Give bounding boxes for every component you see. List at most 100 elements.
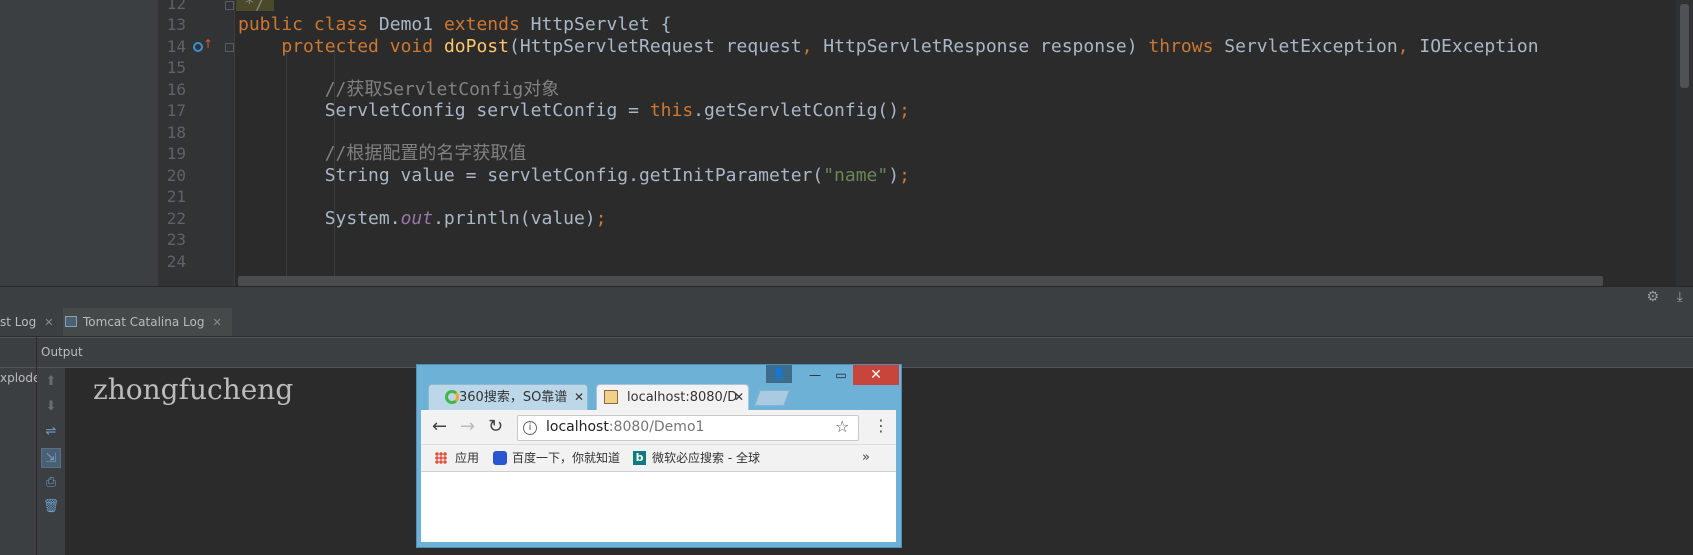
code-editor[interactable]: */ public class Demo1 extends HttpServle… xyxy=(236,0,1676,286)
comment: //获取ServletConfig对象 xyxy=(324,79,560,100)
hide-icon[interactable]: ⤓ xyxy=(1677,289,1683,305)
comment: //根据配置的名字获取值 xyxy=(324,143,527,164)
statement: ServletConfig servletConfig = xyxy=(324,100,650,121)
fold-icon[interactable] xyxy=(225,43,234,52)
line-number: 13 xyxy=(166,15,186,34)
param: (HttpServletRequest request xyxy=(508,36,802,57)
360-search-icon xyxy=(445,390,459,404)
override-method-icon[interactable] xyxy=(193,42,203,52)
code-line-17: ServletConfig servletConfig = this.getSe… xyxy=(238,99,910,122)
maximize-button[interactable]: ▭ xyxy=(828,366,854,384)
forward-icon[interactable]: → xyxy=(460,415,475,439)
line-number: 15 xyxy=(166,58,186,77)
close-icon[interactable]: ✕ xyxy=(212,316,221,329)
bookmark-bing[interactable]: 微软必应搜索 - 全球 xyxy=(652,450,772,466)
keyword: throws xyxy=(1148,36,1214,57)
code-line-20: String value = servletConfig.getInitPara… xyxy=(238,164,910,187)
keyword: extends xyxy=(443,14,520,35)
deployment-pane xyxy=(0,368,36,555)
line-number: 21 xyxy=(166,187,186,206)
project-pane xyxy=(0,0,158,286)
keyword: protected xyxy=(281,36,379,57)
trash-icon[interactable]: 🗑 xyxy=(41,497,61,517)
more-bookmarks-icon[interactable]: » xyxy=(862,450,870,465)
new-tab-button[interactable] xyxy=(754,390,790,406)
static-field: out xyxy=(400,208,434,229)
info-icon[interactable]: i xyxy=(523,421,537,435)
keyword: this xyxy=(649,100,694,121)
minimize-button[interactable]: — xyxy=(802,366,828,384)
line-number: 20 xyxy=(166,166,186,185)
page-content[interactable] xyxy=(421,472,896,542)
up-arrow-icon[interactable]: ⬆ xyxy=(41,372,61,392)
apps-grid-icon xyxy=(435,452,447,464)
tab-server-log[interactable]: st Log ✕ xyxy=(0,308,53,336)
page-favicon-icon xyxy=(604,390,618,404)
line-number: 17 xyxy=(166,101,186,120)
close-window-button[interactable]: ✕ xyxy=(853,365,899,385)
override-arrow-icon: ↑ xyxy=(203,37,214,51)
method-name: doPost xyxy=(443,36,509,57)
tab-label: st Log xyxy=(0,315,37,329)
statement: System. xyxy=(324,208,401,229)
close-icon[interactable]: ✕ xyxy=(574,390,584,404)
exception: ServletException xyxy=(1224,36,1398,57)
user-icon[interactable]: 👤 xyxy=(766,365,792,383)
bookmark-baidu[interactable]: 百度一下，你就知道 xyxy=(512,450,620,466)
bookmark-star-icon[interactable]: ☆ xyxy=(835,417,849,436)
statement: .getServletConfig() xyxy=(693,100,900,121)
url-host: localhost xyxy=(546,419,609,435)
horizontal-scrollbar[interactable] xyxy=(238,276,1603,286)
semicolon: ; xyxy=(899,165,910,186)
baidu-icon xyxy=(493,451,507,465)
back-icon[interactable]: ← xyxy=(432,415,447,439)
line-number: 19 xyxy=(166,144,186,163)
console-text: zhongfucheng xyxy=(93,373,294,406)
tab-tomcat-catalina-log[interactable]: Tomcat Catalina Log ✕ xyxy=(63,308,232,336)
line-number: 22 xyxy=(166,209,186,228)
log-file-icon xyxy=(65,316,77,327)
tool-window-header xyxy=(0,286,1693,308)
comma: , xyxy=(801,36,813,57)
code-line-22: System.out.println(value); xyxy=(238,207,607,230)
semicolon: ; xyxy=(595,208,607,229)
close-icon[interactable]: ✕ xyxy=(44,316,53,329)
line-number: 16 xyxy=(166,80,186,99)
bing-icon: b xyxy=(633,451,646,465)
tab-label: localhost:8080/D xyxy=(627,390,738,405)
reload-icon[interactable]: ↻ xyxy=(488,415,503,439)
soft-wrap-icon[interactable]: ⇌ xyxy=(41,422,61,442)
string-literal: "name" xyxy=(823,165,889,186)
artifact-item[interactable]: xplode xyxy=(0,371,40,385)
keyword: class xyxy=(313,14,369,35)
scroll-to-end-icon[interactable]: ⇲ xyxy=(41,448,61,468)
close-icon[interactable]: ✕ xyxy=(734,390,744,404)
browser-tab-localhost[interactable]: localhost:8080/D xyxy=(596,384,749,410)
fold-icon[interactable] xyxy=(225,1,234,10)
semicolon: ; xyxy=(899,100,910,121)
keyword: void xyxy=(389,36,434,57)
vertical-scrollbar-thumb[interactable] xyxy=(1680,4,1689,88)
menu-icon[interactable]: ⋮ xyxy=(873,416,889,435)
url-text: localhost:8080/Demo1 xyxy=(546,419,704,435)
code-line-19: //根据配置的名字获取值 xyxy=(238,142,527,165)
code-line-13: public class Demo1 extends HttpServlet { xyxy=(238,13,672,36)
statement: ) xyxy=(888,165,900,186)
statement: .println(value) xyxy=(433,208,596,229)
code-line-14: protected void doPost(HttpServletRequest… xyxy=(238,35,1539,58)
exception: IOException xyxy=(1419,36,1539,57)
bookmark-apps[interactable]: 应用 xyxy=(455,450,479,466)
down-arrow-icon[interactable]: ⬇ xyxy=(41,397,61,417)
superclass: HttpServlet { xyxy=(530,14,672,35)
print-icon[interactable]: ⎙ xyxy=(41,473,61,493)
keyword: public xyxy=(238,14,304,35)
line-number: 24 xyxy=(166,252,186,271)
class-name: Demo1 xyxy=(378,14,434,35)
gear-icon[interactable]: ⚙ xyxy=(1646,289,1659,305)
output-label: Output xyxy=(41,345,83,359)
log-tabs-bar xyxy=(0,308,1693,337)
tab-label: Tomcat Catalina Log xyxy=(83,315,205,329)
tab-label: 360搜索，SO靠谱 xyxy=(459,390,568,405)
statement: String value = servletConfig.getInitPara… xyxy=(324,165,824,186)
code-line-16: //获取ServletConfig对象 xyxy=(238,78,560,101)
